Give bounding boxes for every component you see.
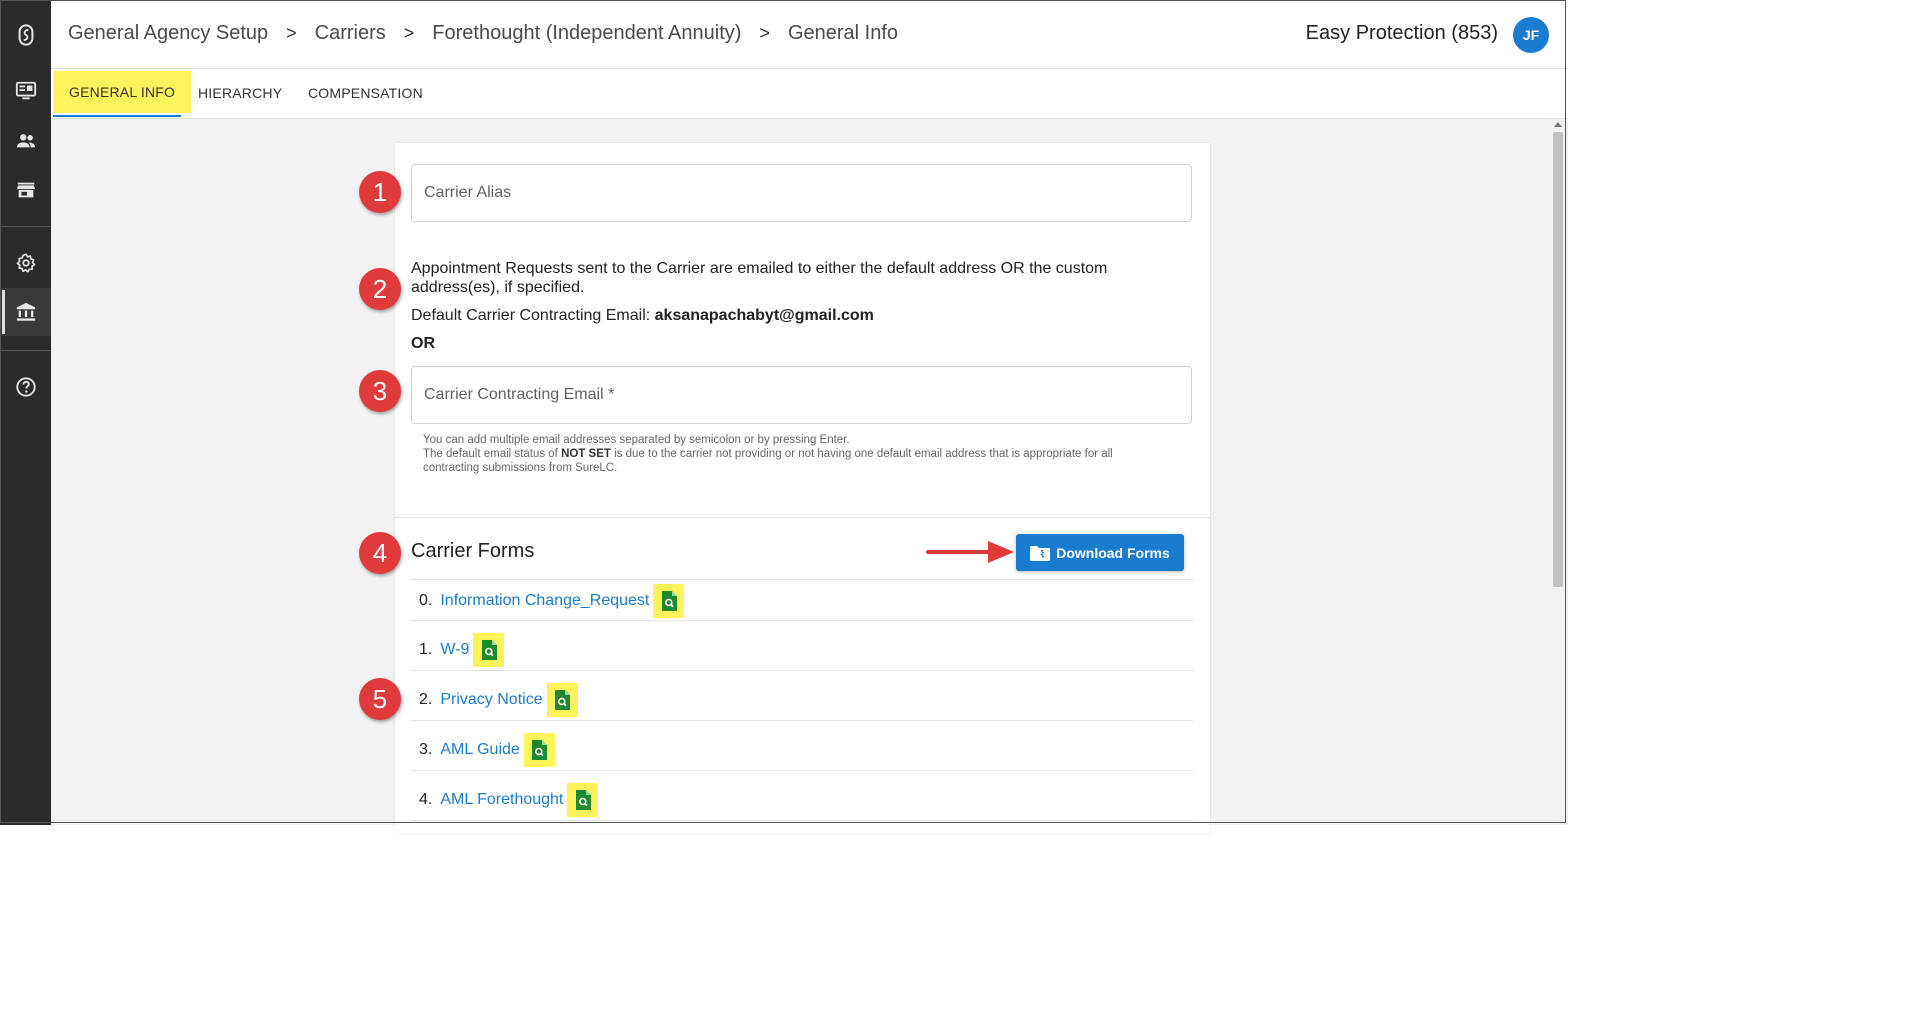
form-link[interactable]: Privacy Notice [440,691,542,709]
list-item: 1. W-9 [419,633,505,667]
avatar[interactable]: JF [1513,17,1549,53]
list-divider [411,820,1193,821]
annotation-marker-1: 1 [359,171,401,213]
logo-icon[interactable] [0,15,51,55]
breadcrumb-carrier[interactable]: Forethought (Independent Annuity) [432,22,741,45]
sidebar [0,0,51,825]
chevron-right-icon: > [286,23,297,43]
list-divider [411,770,1193,771]
hint-line2-post: is due to the carrier not providing or n… [610,448,1113,460]
hint-line2: The default email status of NOT SET is d… [423,447,1183,461]
red-arrow-icon [926,541,1014,563]
gear-icon[interactable] [0,243,51,283]
store-icon[interactable] [0,170,51,210]
form-link[interactable]: Information Change_Request [440,592,649,610]
default-email-value: aksanapachabyt@gmail.com [654,307,874,324]
form-preview-icon[interactable] [523,733,555,767]
help-icon[interactable] [0,367,51,407]
form-number: 1. [419,641,433,658]
folder-zip-icon [1030,545,1051,561]
list-divider [411,620,1193,621]
active-tab-indicator [53,115,181,117]
carrier-contracting-email-field[interactable] [411,366,1192,424]
chevron-right-icon: > [403,23,415,43]
list-item: 4. AML Forethought [419,783,599,817]
agency-name[interactable]: Easy Protection (853) [1306,22,1498,45]
email-hint: You can add multiple email addresses sep… [423,433,1183,475]
hint-line1: You can add multiple email addresses sep… [423,434,850,446]
appointment-text-line2: address(es), if specified. [411,279,585,296]
general-info-card [395,143,1210,833]
sidebar-divider [0,350,51,351]
annotation-marker-4: 4 [359,532,401,574]
form-preview-icon[interactable] [546,683,578,717]
sidebar-divider [0,226,51,227]
form-preview-icon[interactable] [567,783,599,817]
hint-line3: contracting submissions from SureLC. [423,462,618,474]
breadcrumb-general-agency-setup[interactable]: General Agency Setup [68,22,268,45]
people-icon[interactable] [0,121,51,161]
dashboard-monitor-icon[interactable] [0,71,51,111]
list-item: 2. Privacy Notice [419,683,578,717]
breadcrumb: General Agency Setup > Carriers > Foreth… [68,22,898,45]
annotation-marker-5: 5 [359,678,401,720]
form-preview-icon[interactable] [653,584,685,618]
breadcrumb-general-info: General Info [787,22,899,44]
default-email-label: Default Carrier Contracting Email: [411,307,655,324]
list-divider [411,720,1193,721]
tab-compensation[interactable]: COMPENSATION [308,69,423,117]
annotation-marker-2: 2 [359,268,401,310]
hint-not-set: NOT SET [561,448,611,460]
carrier-alias-field[interactable] [411,164,1192,222]
form-link[interactable]: AML Forethought [440,791,563,809]
tab-general-info[interactable]: GENERAL INFO [53,71,192,113]
list-divider [411,579,1193,580]
list-divider [411,670,1193,671]
top-header: General Agency Setup > Carriers > Foreth… [51,0,1568,69]
breadcrumb-carriers[interactable]: Carriers [315,22,386,45]
carrier-forms-title: Carrier Forms [411,540,535,562]
form-number: 3. [419,741,433,758]
appointment-text-line1: Appointment Requests sent to the Carrier… [411,260,1108,277]
form-link[interactable]: AML Guide [440,741,519,759]
tab-bar: GENERAL INFO HIERARCHY COMPENSATION [51,69,1568,119]
scroll-up-arrow-icon[interactable] [1554,122,1562,127]
form-link[interactable]: W-9 [440,641,469,659]
list-item: 3. AML Guide [419,733,555,767]
form-preview-icon[interactable] [473,633,505,667]
list-item: 0. Information Change_Request [419,584,685,618]
tab-hierarchy[interactable]: HIERARCHY [198,69,282,117]
form-number: 2. [419,691,433,708]
form-number: 0. [419,592,433,609]
or-label: OR [411,335,435,352]
chevron-right-icon: > [759,23,770,43]
annotation-marker-3: 3 [359,370,401,412]
carrier-alias-input[interactable] [412,165,1191,221]
carrier-contracting-email-input[interactable] [412,367,1191,423]
form-number: 4. [419,791,433,808]
section-divider [395,517,1210,518]
default-email-row: Default Carrier Contracting Email: aksan… [411,306,874,325]
hint-line2-pre: The default email status of [423,448,562,460]
download-forms-label: Download Forms [1056,544,1170,561]
download-forms-button[interactable]: Download Forms [1016,534,1184,571]
bank-icon[interactable] [0,288,51,336]
scrollbar-thumb[interactable] [1553,132,1563,587]
